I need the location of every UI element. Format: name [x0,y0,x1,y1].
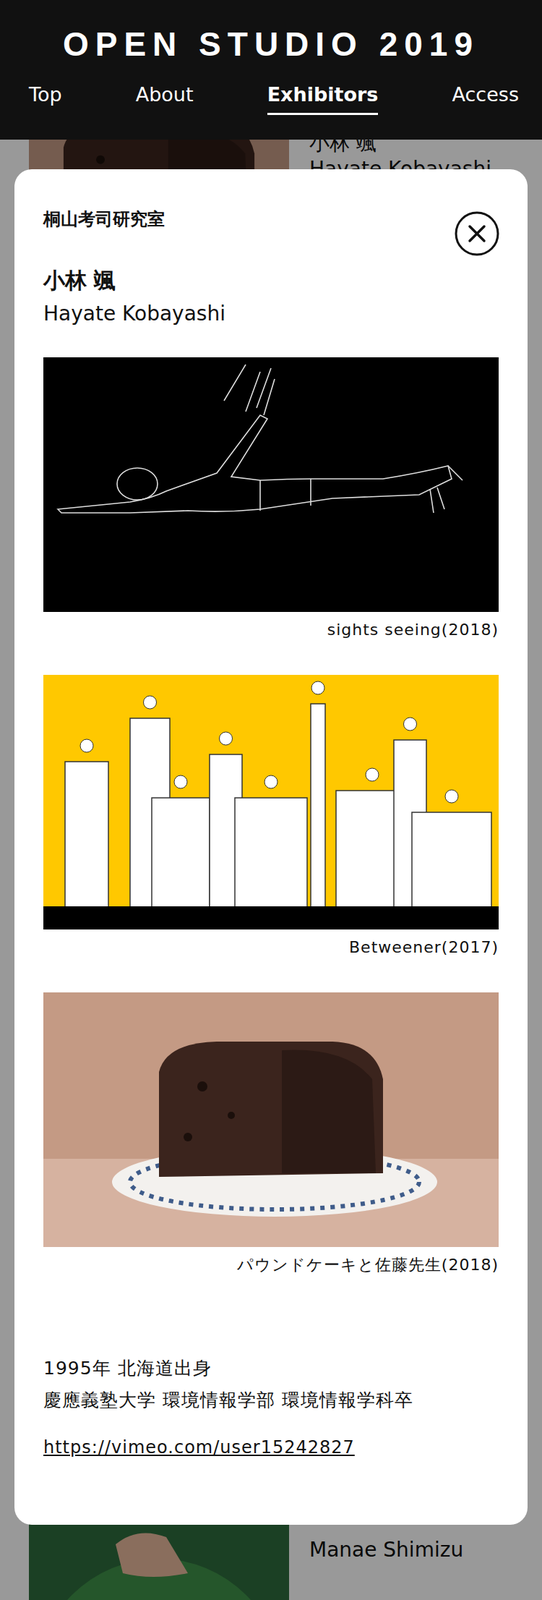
nav-item[interactable]: About [135,82,194,115]
name-japanese: 小林 颯 [43,265,499,295]
site-header: OPEN STUDIO 2019 Top About Exhibitors Access [0,0,542,140]
site-title: OPEN STUDIO 2019 [0,0,542,63]
biography: 1995年 北海道出身慶應義塾大学 環境情報学部 環境情報学科卒 [43,1351,499,1415]
nav-item[interactable]: Top [28,82,63,115]
nav-item[interactable]: Exhibitors [267,82,379,115]
work-image [43,356,499,612]
bio-line: 1995年 北海道出身 [43,1351,499,1384]
work-caption: Betweener(2017) [43,935,499,958]
nav-bar: Top About Exhibitors Access [0,82,542,115]
name-english: Hayate Kobayashi [43,300,499,327]
work: sights seeing(2018) [43,356,499,641]
work: Betweener(2017) [43,674,499,958]
work-image [43,674,499,929]
nav-item[interactable]: Access [452,82,519,115]
work-caption: パウンドケーキと佐藤先生(2018) [43,1253,499,1275]
vimeo-link[interactable]: https://vimeo.com/user15242827 [43,1433,355,1459]
exhibitor-modal: 桐山考司研究室小林 颯 Hayate Kobayashi sights seeing… [14,169,528,1524]
bio-line: 慶應義塾大学 環境情報学部 環境情報学科卒 [43,1383,499,1415]
work-image [43,991,499,1246]
lab-name: 桐山考司研究室 [43,206,499,232]
work: パウンドケーキと佐藤先生(2018) [43,991,499,1275]
work-caption: sights seeing(2018) [43,618,499,641]
close-icon[interactable] [454,211,500,256]
